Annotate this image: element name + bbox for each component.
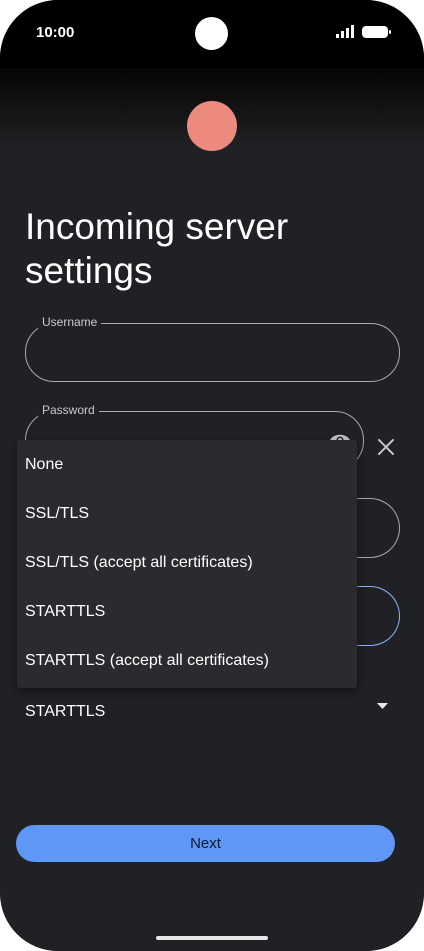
security-select-value[interactable]: STARTTLS	[25, 703, 105, 721]
username-field[interactable]: Username	[25, 315, 400, 382]
dropdown-option-starttls-accept-all[interactable]: STARTTLS (accept all certificates)	[17, 636, 357, 685]
dropdown-option-ssl-tls-accept-all[interactable]: SSL/TLS (accept all certificates)	[17, 538, 357, 587]
next-button[interactable]: Next	[16, 825, 395, 862]
close-icon[interactable]	[376, 437, 396, 457]
signal-icon	[336, 25, 354, 38]
home-indicator[interactable]	[156, 936, 268, 940]
dropdown-option-starttls[interactable]: STARTTLS	[17, 587, 357, 636]
page-title: Incoming server settings	[25, 205, 289, 291]
username-label: Username	[38, 315, 102, 329]
username-input[interactable]	[42, 334, 383, 371]
dropdown-option-none[interactable]: None	[17, 440, 357, 489]
status-icons	[336, 25, 391, 38]
security-dropdown-menu: None SSL/TLS SSL/TLS (accept all certifi…	[17, 440, 357, 688]
phone-frame: 10:00 Incoming server settings Username	[0, 0, 424, 951]
front-camera	[195, 17, 228, 50]
account-avatar	[187, 101, 237, 151]
status-bar: 10:00	[0, 0, 424, 68]
dropdown-option-ssl-tls[interactable]: SSL/TLS	[17, 489, 357, 538]
status-time: 10:00	[36, 24, 75, 41]
battery-icon	[362, 25, 391, 38]
chevron-down-icon[interactable]	[377, 703, 388, 709]
password-label: Password	[38, 403, 99, 417]
app-screen: 10:00 Incoming server settings Username	[0, 0, 424, 951]
